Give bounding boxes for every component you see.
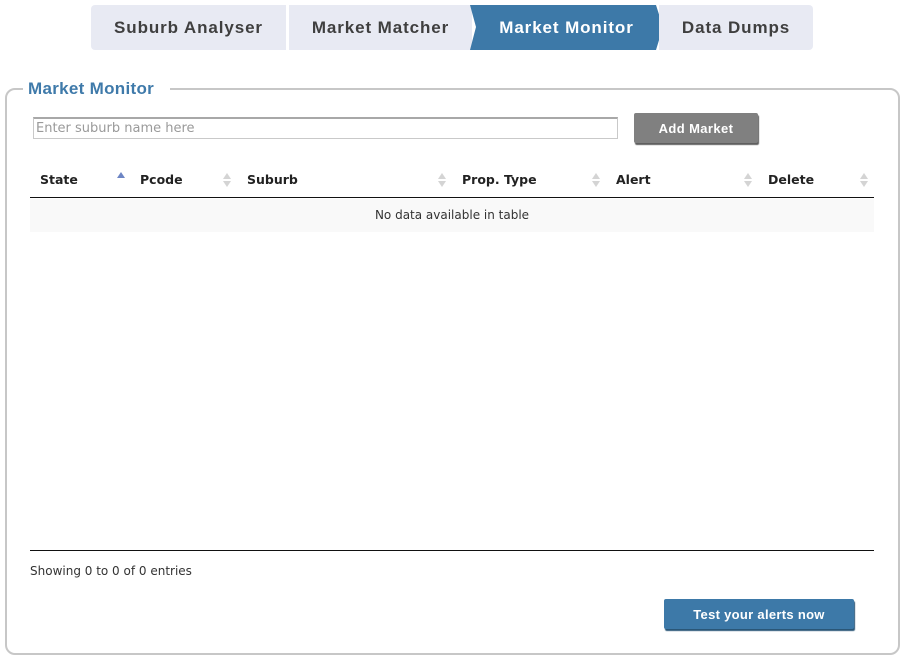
column-header-pcode[interactable]: Pcode	[140, 164, 183, 198]
test-alerts-button[interactable]: Test your alerts now	[664, 599, 854, 629]
empty-table-message: No data available in table	[30, 199, 874, 232]
suburb-search-input[interactable]	[33, 117, 618, 139]
tab-data-dumps[interactable]: Data Dumps	[659, 5, 813, 50]
table-info: Showing 0 to 0 of 0 entries	[30, 564, 192, 578]
column-header-state[interactable]: State	[40, 164, 78, 198]
tab-market-monitor[interactable]: Market Monitor	[470, 5, 663, 50]
sort-both-icon[interactable]	[592, 164, 602, 198]
sort-both-icon[interactable]	[438, 164, 448, 198]
sort-both-icon[interactable]	[744, 164, 754, 198]
tab-label: Market Matcher	[311, 18, 450, 37]
sort-both-icon[interactable]	[223, 164, 233, 198]
add-market-button[interactable]: Add Market	[634, 113, 758, 143]
sort-both-icon[interactable]	[860, 164, 870, 198]
panel-title: Market Monitor	[23, 79, 171, 99]
sort-asc-icon[interactable]	[117, 164, 127, 198]
table-footer-divider	[30, 550, 874, 551]
column-header-suburb[interactable]: Suburb	[247, 164, 298, 198]
column-header-prop-type[interactable]: Prop. Type	[462, 164, 537, 198]
column-header-delete[interactable]: Delete	[768, 164, 814, 198]
column-header-alert[interactable]: Alert	[616, 164, 651, 198]
tab-separator	[286, 5, 289, 50]
tab-suburb-analyser[interactable]: Suburb Analyser	[91, 5, 286, 50]
tab-market-matcher[interactable]: Market Matcher	[286, 5, 472, 50]
tab-label: Market Monitor	[499, 18, 634, 37]
table-header-divider	[30, 197, 874, 198]
